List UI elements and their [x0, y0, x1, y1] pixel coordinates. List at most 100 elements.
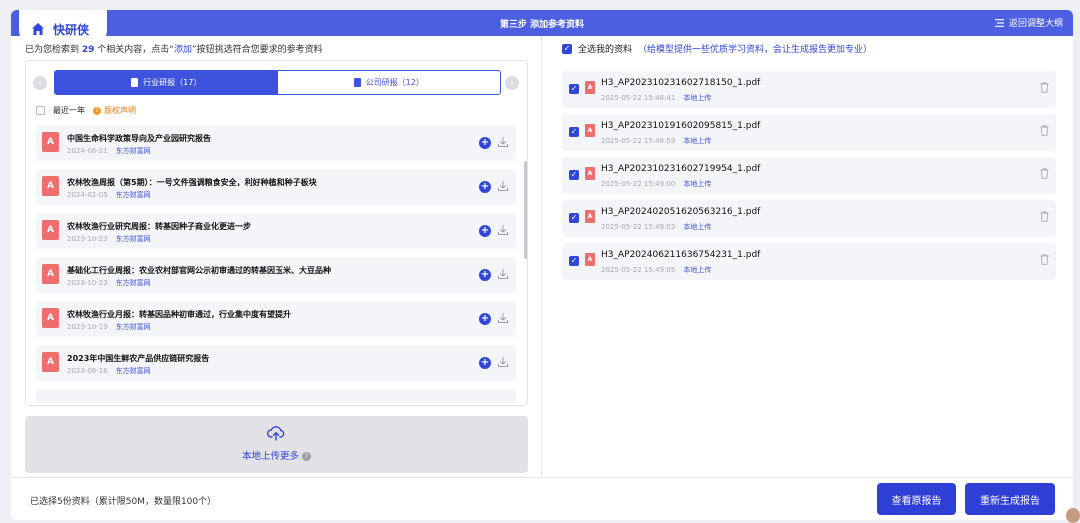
file-checkbox[interactable]: ✓: [569, 84, 579, 94]
selection-count: 已选择5份资料（累计限50M，数量限100个）: [30, 497, 217, 507]
pdf-icon: A: [585, 210, 595, 223]
list-item: A 中国生命科学政策导向及产业园研究报告 2024-06-21 东方财富网 +: [36, 125, 516, 161]
report-meta: 2023-10-23 东方财富网: [67, 234, 151, 244]
step-title: 第三步 添加参考资料: [499, 20, 585, 30]
file-time: 2025-05-22 15:49:05: [601, 266, 676, 274]
download-icon[interactable]: [497, 356, 509, 368]
add-button[interactable]: +: [479, 137, 491, 149]
pdf-icon: A: [42, 264, 59, 284]
recent-year-checkbox[interactable]: [36, 106, 45, 115]
file-name: H3_AP202310191602095815_1.pdf: [601, 121, 761, 131]
regenerate-report-button[interactable]: 重新生成报告: [965, 483, 1055, 515]
report-source: 东方财富网: [115, 147, 151, 155]
prev-tab-button[interactable]: ‹: [33, 76, 47, 90]
file-time: 2025-05-22 15:49:00: [601, 180, 676, 188]
results-list: A 中国生命科学政策导向及产业园研究报告 2024-06-21 东方财富网 + A…: [36, 125, 516, 403]
upload-more-button[interactable]: 本地上传更多?: [25, 416, 528, 473]
list-item: A 2023年中国生鲜农产品供应链研究报告 2023-06-16 东方财富网 +: [36, 345, 516, 381]
selected-file-item: ✓ A H3_AP202406211636754231_1.pdf 2025-0…: [562, 243, 1056, 280]
list-icon: [994, 18, 1004, 27]
pdf-icon: A: [585, 81, 595, 94]
summary-prefix: 已为您检索到: [25, 45, 80, 55]
search-summary: 已为您检索到 29 个相关内容，点击“添加”按钮挑选符合您要求的参考资料: [25, 42, 323, 55]
trash-icon[interactable]: [1040, 82, 1049, 93]
summary-suffix: ”按钮挑选符合您要求的参考资料: [191, 45, 323, 55]
list-item: A 农林牧渔行业研究周报：转基因种子商业化更进一步 2023-10-23 东方财富…: [36, 213, 516, 249]
file-checkbox[interactable]: ✓: [569, 213, 579, 223]
document-icon: [353, 78, 361, 87]
report-date: 2024-06-21: [67, 147, 108, 155]
add-button[interactable]: +: [479, 269, 491, 281]
view-original-report-button[interactable]: 查看原报告: [877, 483, 956, 515]
report-source: 东方财富网: [115, 323, 151, 331]
report-date: 2024-02-05: [67, 191, 108, 199]
file-source: 本地上传: [683, 223, 712, 231]
copyright-notice-link[interactable]: ! 版权声明: [93, 105, 136, 116]
add-button[interactable]: +: [479, 357, 491, 369]
download-icon[interactable]: [497, 224, 509, 236]
selected-materials-pane: ✓ 全选我的资料 （给模型提供一些优质学习资料，会让生成报告更加专业） ✓ A …: [541, 36, 1073, 477]
select-all-row: ✓ 全选我的资料 （给模型提供一些优质学习资料，会让生成报告更加专业）: [562, 42, 872, 55]
trash-icon[interactable]: [1040, 254, 1049, 265]
report-title: 中国生命科学政策导向及产业园研究报告: [67, 134, 211, 143]
pdf-icon: A: [42, 132, 59, 152]
file-name: H3_AP202310231602719954_1.pdf: [601, 164, 761, 174]
add-button[interactable]: +: [479, 313, 491, 325]
report-meta: 2023-10-19 东方财富网: [67, 322, 151, 332]
report-date: 2023-10-23: [67, 279, 108, 287]
home-icon: [32, 23, 44, 35]
upload-more-label: 本地上传更多?: [25, 448, 528, 462]
report-title: 农林牧渔行业研究周报：转基因种子商业化更进一步: [67, 222, 251, 231]
cloud-upload-icon: [267, 426, 285, 441]
report-source: 东方财富网: [115, 367, 151, 375]
file-source: 本地上传: [683, 180, 712, 188]
add-button[interactable]: +: [479, 225, 491, 237]
file-time: 2025-05-22 15:48:41: [601, 94, 676, 102]
tab-company-reports[interactable]: 公司研报（12）: [277, 71, 500, 94]
file-source: 本地上传: [683, 94, 712, 102]
avatar[interactable]: [1066, 508, 1080, 523]
report-title: 2023年中国生鲜农产品供应链研究报告: [67, 354, 210, 363]
chevron-left-icon: ‹: [38, 78, 42, 88]
file-source: 本地上传: [683, 137, 712, 145]
add-button[interactable]: +: [479, 181, 491, 193]
file-time: 2025-05-22 15:49:03: [601, 223, 676, 231]
file-meta: 2025-05-22 15:48:59 本地上传: [601, 136, 711, 146]
report-source: 东方财富网: [115, 279, 151, 287]
file-name: H3_AP202402051620563216_1.pdf: [601, 207, 761, 217]
file-checkbox[interactable]: ✓: [569, 127, 579, 137]
trash-icon[interactable]: [1040, 125, 1049, 136]
report-title: 农林牧渔周报（第5期）：一号文件强调粮食安全，利好种植和种子板块: [67, 178, 317, 187]
download-icon[interactable]: [497, 268, 509, 280]
next-tab-button[interactable]: ›: [505, 76, 519, 90]
download-icon[interactable]: [497, 180, 509, 192]
trash-icon[interactable]: [1040, 168, 1049, 179]
select-all-checkbox[interactable]: ✓: [562, 43, 572, 54]
file-meta: 2025-05-22 15:48:41 本地上传: [601, 93, 711, 103]
file-checkbox[interactable]: ✓: [569, 170, 579, 180]
report-date: 2023-10-19: [67, 323, 108, 331]
download-icon[interactable]: [497, 312, 509, 324]
select-all-label: 全选我的资料: [578, 45, 633, 55]
file-checkbox[interactable]: ✓: [569, 256, 579, 266]
list-item: A 基础化工行业周报：农业农村部官网公示初审通过的转基因玉米、大豆品种 2023…: [36, 257, 516, 293]
selected-file-item: ✓ A H3_AP202310231602718150_1.pdf 2025-0…: [562, 71, 1056, 108]
summary-middle: 个相关内容，点击“: [97, 45, 174, 55]
file-name: H3_AP202406211636754231_1.pdf: [601, 250, 761, 260]
add-word: 添加: [173, 45, 192, 55]
report-meta: 2023-06-16 东方财富网: [67, 366, 151, 376]
report-source: 东方财富网: [115, 235, 151, 243]
tab-label: 行业研报（17）: [143, 78, 202, 87]
upload-label-text: 本地上传更多: [241, 451, 299, 462]
tab-industry-reports[interactable]: 行业研报（17）: [55, 71, 278, 94]
report-meta: 2024-06-21 东方财富网: [67, 146, 151, 156]
recent-year-label: 最近一年: [53, 106, 85, 115]
pdf-icon: A: [42, 220, 59, 240]
download-icon[interactable]: [497, 136, 509, 148]
report-date: 2023-06-16: [67, 367, 108, 375]
back-to-outline-button[interactable]: 返回调整大纲: [994, 16, 1063, 29]
results-scrollbar[interactable]: [524, 161, 527, 259]
trash-icon[interactable]: [1040, 211, 1049, 222]
report-type-tabs: 行业研报（17） 公司研报（12）: [54, 70, 501, 95]
help-icon[interactable]: ?: [302, 452, 311, 461]
